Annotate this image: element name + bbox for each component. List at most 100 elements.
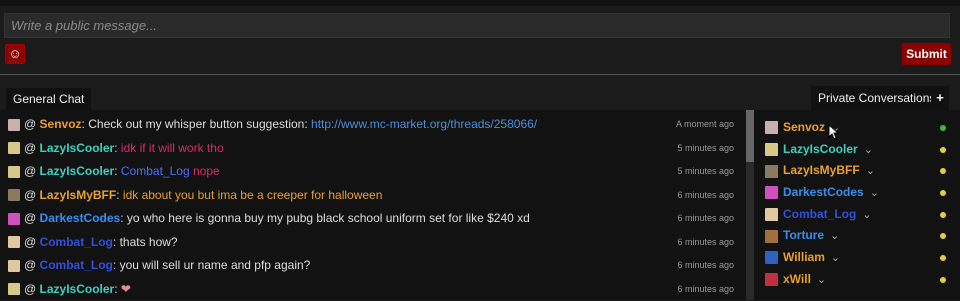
message-text: thats how? (120, 235, 178, 249)
chat-message-row: @ LazyIsCooler: ❤6 minutes ago (0, 278, 744, 301)
online-username[interactable]: LazyIsMyBFF (783, 163, 860, 177)
online-username[interactable]: Combat_Log (783, 207, 856, 221)
user-avatar[interactable] (8, 166, 20, 178)
online-user-row[interactable]: Senvoz⌄ (760, 117, 960, 139)
tab-general-chat[interactable]: General Chat (6, 88, 91, 110)
online-user-row[interactable]: DarkestCodes ⌄ (760, 182, 960, 204)
separator: : (114, 141, 117, 155)
status-dot (940, 190, 946, 196)
at-symbol: @ (24, 164, 36, 178)
online-username[interactable]: LazyIsCooler (783, 142, 858, 156)
at-symbol: @ (24, 141, 36, 155)
status-dot (940, 233, 946, 239)
public-message-input[interactable] (4, 13, 950, 38)
message-text: idk about you but ima be a creeper for h… (123, 188, 383, 202)
user-avatar[interactable] (765, 208, 778, 221)
chevron-down-icon[interactable]: ⌄ (866, 165, 875, 177)
add-conversation-button[interactable]: + (931, 86, 949, 110)
message-username[interactable]: Senvoz (40, 117, 82, 131)
message-timestamp: 6 minutes ago (677, 278, 734, 301)
message-username[interactable]: LazyIsCooler (40, 164, 115, 178)
chevron-down-icon[interactable]: ⌄ (862, 209, 871, 221)
message-text: yo who here is gonna buy my pubg black s… (127, 211, 530, 225)
message-timestamp: 6 minutes ago (677, 231, 734, 255)
user-avatar[interactable] (765, 143, 778, 156)
message-username[interactable]: LazyIsCooler (40, 282, 115, 296)
message-link[interactable]: http://www.mc-market.org/threads/258066/ (311, 117, 537, 131)
chevron-down-icon[interactable]: ⌄ (864, 144, 873, 156)
at-symbol: @ (24, 235, 36, 249)
message-username[interactable]: LazyIsMyBFF (40, 188, 117, 202)
chat-message-row: @ LazyIsMyBFF: idk about you but ima be … (0, 184, 744, 208)
chevron-down-icon[interactable]: ⌄ (831, 252, 840, 264)
user-avatar[interactable] (765, 121, 778, 134)
status-dot (940, 168, 946, 174)
message-username[interactable]: Combat_Log (40, 235, 113, 249)
chat-message-row: @ Combat_Log: you will sell ur name and … (0, 254, 744, 278)
at-symbol: @ (24, 211, 36, 225)
emoji-button[interactable]: ☺ (5, 44, 25, 64)
separator: : (113, 235, 116, 249)
online-username[interactable]: Senvoz (783, 120, 825, 134)
user-avatar[interactable] (8, 119, 20, 131)
separator: : (82, 117, 85, 131)
message-timestamp: 5 minutes ago (677, 137, 734, 161)
status-dot (940, 255, 946, 261)
message-timestamp: 6 minutes ago (677, 207, 734, 231)
online-username[interactable]: xWill (783, 272, 811, 286)
user-avatar[interactable] (765, 165, 778, 178)
chat-message-row: @ LazyIsCooler: Combat_Log nope5 minutes… (0, 160, 744, 184)
message-timestamp: 6 minutes ago (677, 254, 734, 278)
chat-message-row: @ Senvoz: Check out my whisper button su… (0, 113, 744, 137)
user-avatar[interactable] (765, 273, 778, 286)
submit-button[interactable]: Submit (902, 43, 951, 65)
online-user-row[interactable]: Torture ⌄ (760, 225, 960, 247)
user-avatar[interactable] (8, 260, 20, 272)
message-text: idk if it will work tho (121, 141, 224, 155)
status-dot (940, 147, 946, 153)
chevron-down-icon[interactable]: ⌄ (817, 274, 826, 286)
user-avatar[interactable] (8, 142, 20, 154)
chevron-down-icon[interactable]: ⌄ (830, 230, 839, 242)
chat-message-row: @ LazyIsCooler: idk if it will work tho 5… (0, 137, 744, 161)
at-symbol: @ (24, 258, 36, 272)
online-username[interactable]: DarkestCodes (783, 185, 864, 199)
user-avatar[interactable] (8, 236, 20, 248)
status-dot (940, 277, 946, 283)
user-avatar[interactable] (765, 251, 778, 264)
chat-scrollbar[interactable] (746, 110, 754, 300)
separator: : (113, 258, 116, 272)
online-username[interactable]: William (783, 250, 825, 264)
user-avatar[interactable] (765, 186, 778, 199)
message-text: nope (193, 164, 220, 178)
top-strip (0, 0, 960, 6)
message-timestamp: 6 minutes ago (677, 184, 734, 208)
mention-username[interactable]: Combat_Log (121, 164, 190, 178)
user-avatar[interactable] (8, 283, 20, 295)
at-symbol: @ (24, 282, 36, 296)
separator: : (120, 211, 123, 225)
status-dot (940, 125, 946, 131)
message-username[interactable]: Combat_Log (40, 258, 113, 272)
message-username[interactable]: DarkestCodes (40, 211, 121, 225)
chat-message-row: @ DarkestCodes: yo who here is gonna buy… (0, 207, 744, 231)
divider (0, 74, 960, 75)
online-user-row[interactable]: xWill ⌄ (760, 269, 960, 291)
online-user-row[interactable]: LazyIsMyBFF ⌄ (760, 160, 960, 182)
at-symbol: @ (24, 117, 36, 131)
online-user-row[interactable]: William ⌄ (760, 247, 960, 269)
separator: : (116, 188, 119, 202)
user-avatar[interactable] (8, 189, 20, 201)
heart-icon: ❤ (121, 282, 131, 296)
online-user-row[interactable]: LazyIsCooler ⌄ (760, 139, 960, 161)
message-timestamp: A moment ago (676, 113, 734, 137)
scroll-thumb[interactable] (746, 110, 754, 162)
chevron-down-icon[interactable]: ⌄ (870, 187, 879, 199)
tab-private-conversations[interactable]: Private Conversations (811, 86, 942, 110)
message-username[interactable]: LazyIsCooler (40, 141, 115, 155)
user-avatar[interactable] (765, 230, 778, 243)
chat-message-row: @ Combat_Log: thats how? 6 minutes ago (0, 231, 744, 255)
online-user-row[interactable]: Combat_Log ⌄ (760, 204, 960, 226)
user-avatar[interactable] (8, 213, 20, 225)
online-username[interactable]: Torture (783, 228, 824, 242)
